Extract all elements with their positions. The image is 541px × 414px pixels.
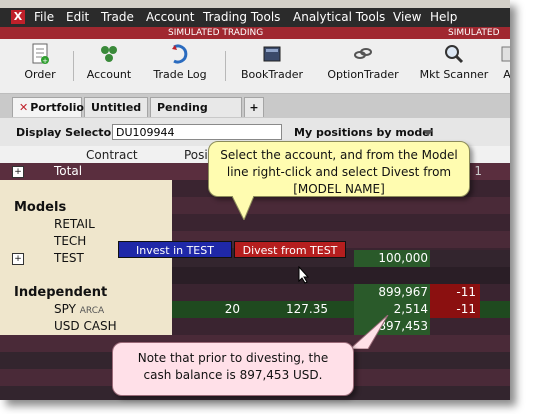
toolbar-divider [73,51,74,81]
spy-row[interactable]: SPY ARCA 20 127.35 2,514 -11 [0,301,510,318]
trade-log-label: Trade Log [153,68,207,81]
close-icon[interactable]: ✕ [19,101,28,114]
independent-label: Independent [14,285,108,300]
book-icon [263,46,281,62]
overflow-label: A [503,68,510,81]
booktrader-label: BookTrader [240,68,303,81]
usd-cash-row[interactable]: USD CASH 897,453 [0,318,510,335]
divest-button[interactable]: Divest from TEST [234,241,346,258]
model-retail-label: RETAIL [54,217,95,231]
usd-cash-row-bg [172,318,510,335]
view-selector[interactable]: My positions by model [294,126,434,139]
account-button[interactable]: Account [86,43,132,81]
menu-account[interactable]: Account [146,10,194,24]
banner-text: SIMULATED TRADING [168,28,264,38]
models-header: Models [14,200,67,215]
menu-help[interactable]: Help [430,10,457,24]
spy-price: 127.35 [286,302,328,316]
overflow-icon [501,46,510,62]
mkt-scanner-label: Mkt Scanner [419,68,489,81]
order-button[interactable]: + Order [22,43,58,81]
menu-edit[interactable]: Edit [66,10,89,24]
magnifier-icon [445,45,464,64]
spy-label: SPY ARCA [54,301,104,318]
independent-market-value: 899,967 [378,285,428,299]
tab-portfolio[interactable]: ✕ Portfolio [12,97,84,117]
total-label: Total [54,164,83,178]
add-tab-button[interactable]: + [244,97,264,117]
spy-position: 20 [224,302,240,316]
grid-stripe [172,267,510,284]
note-callout: Note that prior to divesting, the cash b… [112,342,354,396]
spy-symbol: SPY [54,302,76,316]
menu-analytical-tools[interactable]: Analytical Tools [293,10,385,24]
tab-pending[interactable]: Pending (All) [150,97,242,134]
menu-view[interactable]: View [393,10,421,24]
svg-text:+: + [42,57,48,65]
spy-change: -11 [456,302,476,316]
banner-text-right: SIMULATED [448,28,500,38]
menu-file[interactable]: File [34,10,54,24]
menu-bar: X File Edit Trade Account Trading Tools … [0,8,510,28]
account-label: Account [86,68,132,81]
total-tail-value: 1 [474,164,482,178]
account-selector[interactable]: DU109944 [112,124,282,140]
expand-icon[interactable]: + [12,166,24,178]
test-market-value: 100,000 [378,251,428,265]
trade-log-button[interactable]: Trade Log [150,43,210,81]
simulated-trading-banner: SIMULATED TRADING SIMULATED [0,27,510,39]
instruction-callout: Select the account, and from the Model l… [208,141,470,197]
usd-cash-label: USD CASH [54,319,117,333]
trade-log-icon [172,44,188,64]
order-form-icon: + [32,43,49,65]
column-contract[interactable]: Contract [86,148,138,162]
independent-row[interactable]: Independent 899,967 -11 [0,284,510,301]
order-label: Order [24,68,56,81]
tab-bar: ✕Portfolio Untitled Pending (All) + [0,94,510,134]
app-logo-icon[interactable]: X [11,10,25,24]
independent-change: -11 [456,285,476,299]
cursor-icon [298,266,310,284]
toolbar-divider [225,51,226,81]
callout-pointer [231,196,255,220]
model-test-label: TEST [54,251,84,265]
expand-icon[interactable]: + [12,253,24,265]
plus-icon: + [249,101,259,114]
overflow-button[interactable]: A [500,43,510,81]
option-chain-icon [354,48,372,59]
spy-exchange: ARCA [79,306,105,316]
tab-untitled[interactable]: Untitled [84,97,148,117]
callout-pointer [350,315,389,349]
chevron-down-icon[interactable] [423,130,433,136]
menu-trading-tools[interactable]: Trading Tools [203,10,280,24]
model-tech-label: TECH [54,234,87,248]
invest-button[interactable]: Invest in TEST [118,241,232,258]
booktrader-button[interactable]: BookTrader [239,43,305,81]
account-icon [101,46,117,62]
optiontrader-button[interactable]: OptionTrader [324,43,402,81]
display-selector-label: Display Selector [16,126,117,139]
tab-untitled-label: Untitled [91,101,142,114]
main-toolbar: + Order Account Trade Log BookTrader Opt… [0,39,510,94]
menu-trade[interactable]: Trade [101,10,134,24]
mkt-scanner-button[interactable]: Mkt Scanner [418,43,490,81]
optiontrader-label: OptionTrader [327,68,399,81]
tab-portfolio-label: Portfolio [30,101,84,114]
